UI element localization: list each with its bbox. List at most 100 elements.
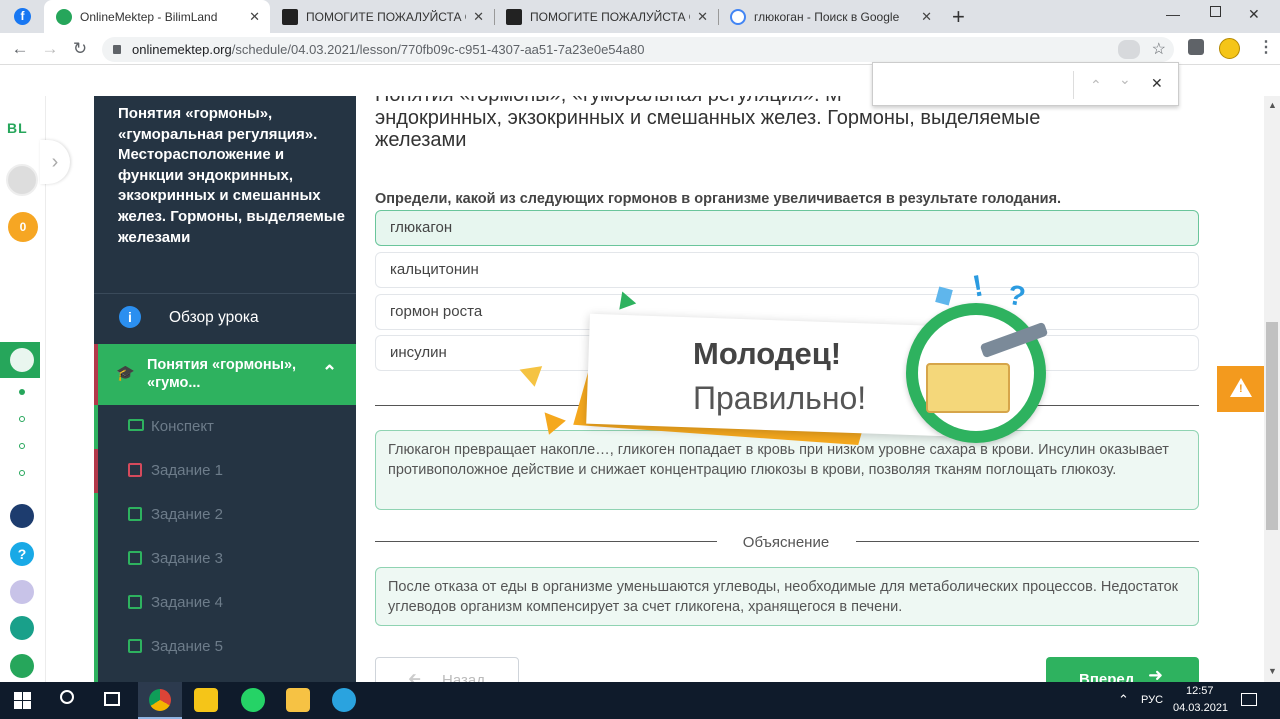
close-icon[interactable]: ✕ [473,9,484,25]
next-label: Вперед [1079,671,1135,682]
expand-chevron-icon[interactable]: › [40,140,70,184]
sidebar-item-task-4[interactable]: Задание 4 [94,581,356,625]
notifications-icon[interactable] [1241,693,1257,706]
divider [375,541,717,542]
find-input[interactable] [881,71,1071,97]
points-badge: 0 [8,212,38,242]
page-scrollbar[interactable]: ▲ ▼ [1264,96,1280,682]
address-bar[interactable]: onlinemektep.org/schedule/04.03.2021/les… [102,37,1174,62]
find-prev-icon[interactable]: ⌃ [1090,77,1102,94]
url-domain: onlinemektep.org [132,42,232,57]
sidebar-item-label: Задание 1 [151,462,224,479]
triangle-icon [515,359,543,387]
tab-google[interactable]: глюкоган - Поиск в Google ✕ [718,0,942,33]
close-window-button[interactable]: ✕ [1248,6,1260,23]
scroll-up-arrow[interactable]: ▲ [1268,100,1277,110]
clock-time[interactable]: 12:57 [1186,685,1214,697]
reload-icon[interactable]: ↻ [70,39,90,59]
back-button[interactable]: 🡰 Назад [375,657,519,682]
section-header[interactable]: 🎓 Понятия «гормоны», «гумо... ⌃ [94,344,356,405]
sidebar-item-task-5[interactable]: Задание 5 [94,625,356,682]
smart-nation-icon[interactable] [10,504,34,528]
tab-title: ПОМОГИТЕ ПОЖАЛУЙСТА Опр [306,9,466,24]
whatsapp-icon[interactable] [241,688,265,712]
user-avatar[interactable] [6,164,38,196]
nav-dot[interactable] [19,416,25,422]
sidebar-item-konspekt[interactable]: Конспект [94,405,356,449]
forward-arrow-icon[interactable]: → [40,39,60,59]
tray-chevron-icon[interactable]: ⌃ [1118,692,1129,708]
scrollbar-thumb[interactable] [1266,322,1278,530]
media-player-icon[interactable] [194,688,218,712]
edit-icon [128,463,142,477]
nav-dot[interactable] [19,389,25,395]
page-action-icon[interactable] [1118,40,1140,59]
bilimland-app-icon-2[interactable] [10,654,34,678]
url-path: /schedule/04.03.2021/lesson/770fb09c-c95… [231,42,645,57]
windows-taskbar: ⌃ РУС 12:57 04.03.2021 [0,682,1280,719]
tab-znanija-2[interactable]: ПОМОГИТЕ ПОЖАЛУЙСТА Опр ✕ [494,0,718,33]
close-icon[interactable]: ✕ [921,9,932,25]
tab-onlinemektep[interactable]: OnlineMektep - BilimLand ✕ [44,0,270,33]
scroll-down-arrow[interactable]: ▼ [1268,666,1277,676]
task-view-icon[interactable] [104,692,120,706]
left-rail: BL › 0 ? [0,96,70,682]
help-icon[interactable]: ? [10,542,34,566]
find-bar: ⌃ ⌄ ✕ [872,62,1179,106]
edit-icon [128,639,142,653]
facebook-icon[interactable]: f [14,8,31,25]
profile-avatar[interactable] [1219,38,1240,59]
bilimland-app-icon[interactable] [10,616,34,640]
search-icon[interactable] [60,690,74,704]
explanation-text: После отказа от еды в организме уменьшаю… [375,567,1199,626]
minimize-button[interactable]: — [1166,6,1180,22]
sidebar-item-label: Задание 3 [151,550,224,567]
menu-dots-icon[interactable]: ⋮ [1258,37,1274,57]
chrome-taskbar-button[interactable] [138,682,182,719]
section-label: Понятия «гормоны», «гумо... [147,357,297,391]
chevron-up-icon[interactable]: ⌃ [322,362,337,383]
catalog-icon[interactable] [10,580,34,604]
maximize-button[interactable] [1210,6,1221,17]
keyboard-language[interactable]: РУС [1141,694,1163,706]
star-icon[interactable]: ☆ [1152,37,1166,62]
arrow-left-icon: 🡰 [408,671,421,682]
find-close-icon[interactable]: ✕ [1151,75,1163,92]
nav-dot[interactable] [19,470,25,476]
tab-title: глюкоган - Поиск в Google [754,9,900,24]
edit-icon [128,595,142,609]
bilimland-logo[interactable]: BL [7,120,28,136]
popup-card [586,313,950,437]
online-mektep-icon[interactable] [0,342,40,378]
back-arrow-icon[interactable]: ← [10,39,30,59]
open-book-icon [926,363,1010,413]
success-popup: Молодец! Правильно! ! ? [510,269,1070,455]
telegram-icon[interactable] [332,688,356,712]
back-label: Назад [442,672,485,682]
file-explorer-icon[interactable] [286,688,310,712]
tab-title: ПОМОГИТЕ ПОЖАЛУЙСТА Опр [530,9,690,24]
next-button[interactable]: Вперед ➜ [1046,657,1199,682]
close-icon[interactable]: ✕ [697,9,708,25]
sidebar-item-task-2[interactable]: Задание 2 [94,493,356,537]
lesson-sidebar: Понятия «гормоны», «гуморальная регуляци… [94,96,356,682]
report-warning-button[interactable]: ! [1217,366,1264,412]
windows-start-icon[interactable] [14,692,31,709]
question-text: Определи, какой из следующих гормонов в … [375,191,1062,207]
clock-date[interactable]: 04.03.2021 [1173,702,1228,714]
bilimland-favicon [56,8,72,25]
close-icon[interactable]: ✕ [249,9,260,25]
nav-dot[interactable] [19,443,25,449]
lock-icon [113,45,121,54]
lesson-overview-link[interactable]: i Обзор урока [94,294,356,340]
toolbar: ← → ↻ onlinemektep.org/schedule/04.03.20… [0,33,1280,65]
tab-znanija-1[interactable]: ПОМОГИТЕ ПОЖАЛУЙСТА Опр ✕ [270,0,494,33]
find-next-icon[interactable]: ⌄ [1119,71,1131,88]
triangle-icon [613,288,637,310]
answer-option[interactable]: глюкагон [375,210,1199,246]
new-tab-button[interactable]: + [952,4,965,30]
book-icon [128,419,144,431]
sidebar-item-task-1[interactable]: Задание 1 [94,449,356,493]
extensions-icon[interactable] [1188,39,1204,55]
sidebar-item-task-3[interactable]: Задание 3 [94,537,356,581]
